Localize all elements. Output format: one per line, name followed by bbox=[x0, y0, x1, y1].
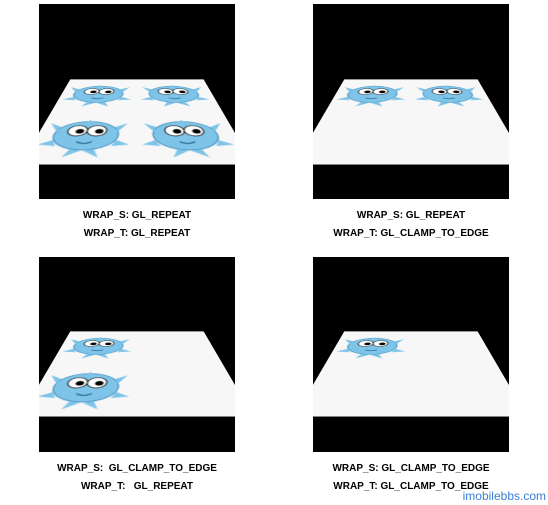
textured-plane bbox=[313, 331, 509, 416]
panel-labels: WRAP_S: GL_CLAMP_TO_EDGE WRAP_T: GL_REPE… bbox=[57, 460, 217, 496]
pufferfish-icon bbox=[327, 79, 410, 109]
render-view bbox=[39, 4, 235, 199]
textured-plane bbox=[39, 79, 235, 164]
panel-labels: WRAP_S: GL_REPEAT WRAP_T: GL_REPEAT bbox=[83, 207, 191, 243]
watermark-text: imobilebbs.com bbox=[463, 489, 546, 503]
wrap-s-label: WRAP_S: GL_REPEAT bbox=[333, 207, 488, 225]
panel-tr: WRAP_S: GL_REPEAT WRAP_T: GL_CLAMP_TO_ED… bbox=[274, 0, 548, 253]
pufferfish-icon bbox=[53, 79, 136, 109]
wrap-t-label: WRAP_T: GL_REPEAT bbox=[83, 225, 191, 243]
pufferfish-icon bbox=[39, 110, 135, 162]
render-view bbox=[39, 257, 235, 452]
textured-plane bbox=[313, 79, 509, 164]
wrap-t-label: WRAP_T: GL_CLAMP_TO_EDGE bbox=[333, 225, 488, 243]
wrap-t-label: WRAP_T: GL_REPEAT bbox=[57, 478, 217, 496]
wrap-s-label: WRAP_S: GL_CLAMP_TO_EDGE bbox=[332, 460, 489, 478]
panel-labels: WRAP_S: GL_REPEAT WRAP_T: GL_CLAMP_TO_ED… bbox=[333, 207, 488, 243]
panel-tl: WRAP_S: GL_REPEAT WRAP_T: GL_REPEAT bbox=[0, 0, 274, 253]
wrap-s-label: WRAP_S: GL_CLAMP_TO_EDGE bbox=[57, 460, 217, 478]
pufferfish-icon bbox=[53, 331, 136, 361]
pufferfish-icon bbox=[137, 79, 219, 109]
pufferfish-icon bbox=[411, 79, 493, 109]
panel-bl: WRAP_S: GL_CLAMP_TO_EDGE WRAP_T: GL_REPE… bbox=[0, 253, 274, 505]
textured-plane bbox=[39, 331, 235, 416]
panel-br: WRAP_S: GL_CLAMP_TO_EDGE WRAP_T: GL_CLAM… bbox=[274, 253, 548, 505]
texture-wrap-grid: WRAP_S: GL_REPEAT WRAP_T: GL_REPEAT WRAP… bbox=[0, 0, 548, 505]
pufferfish-icon bbox=[137, 110, 235, 162]
pufferfish-icon bbox=[39, 362, 135, 414]
render-view bbox=[313, 257, 509, 452]
render-view bbox=[313, 4, 509, 199]
pufferfish-icon bbox=[327, 331, 410, 361]
wrap-s-label: WRAP_S: GL_REPEAT bbox=[83, 207, 191, 225]
